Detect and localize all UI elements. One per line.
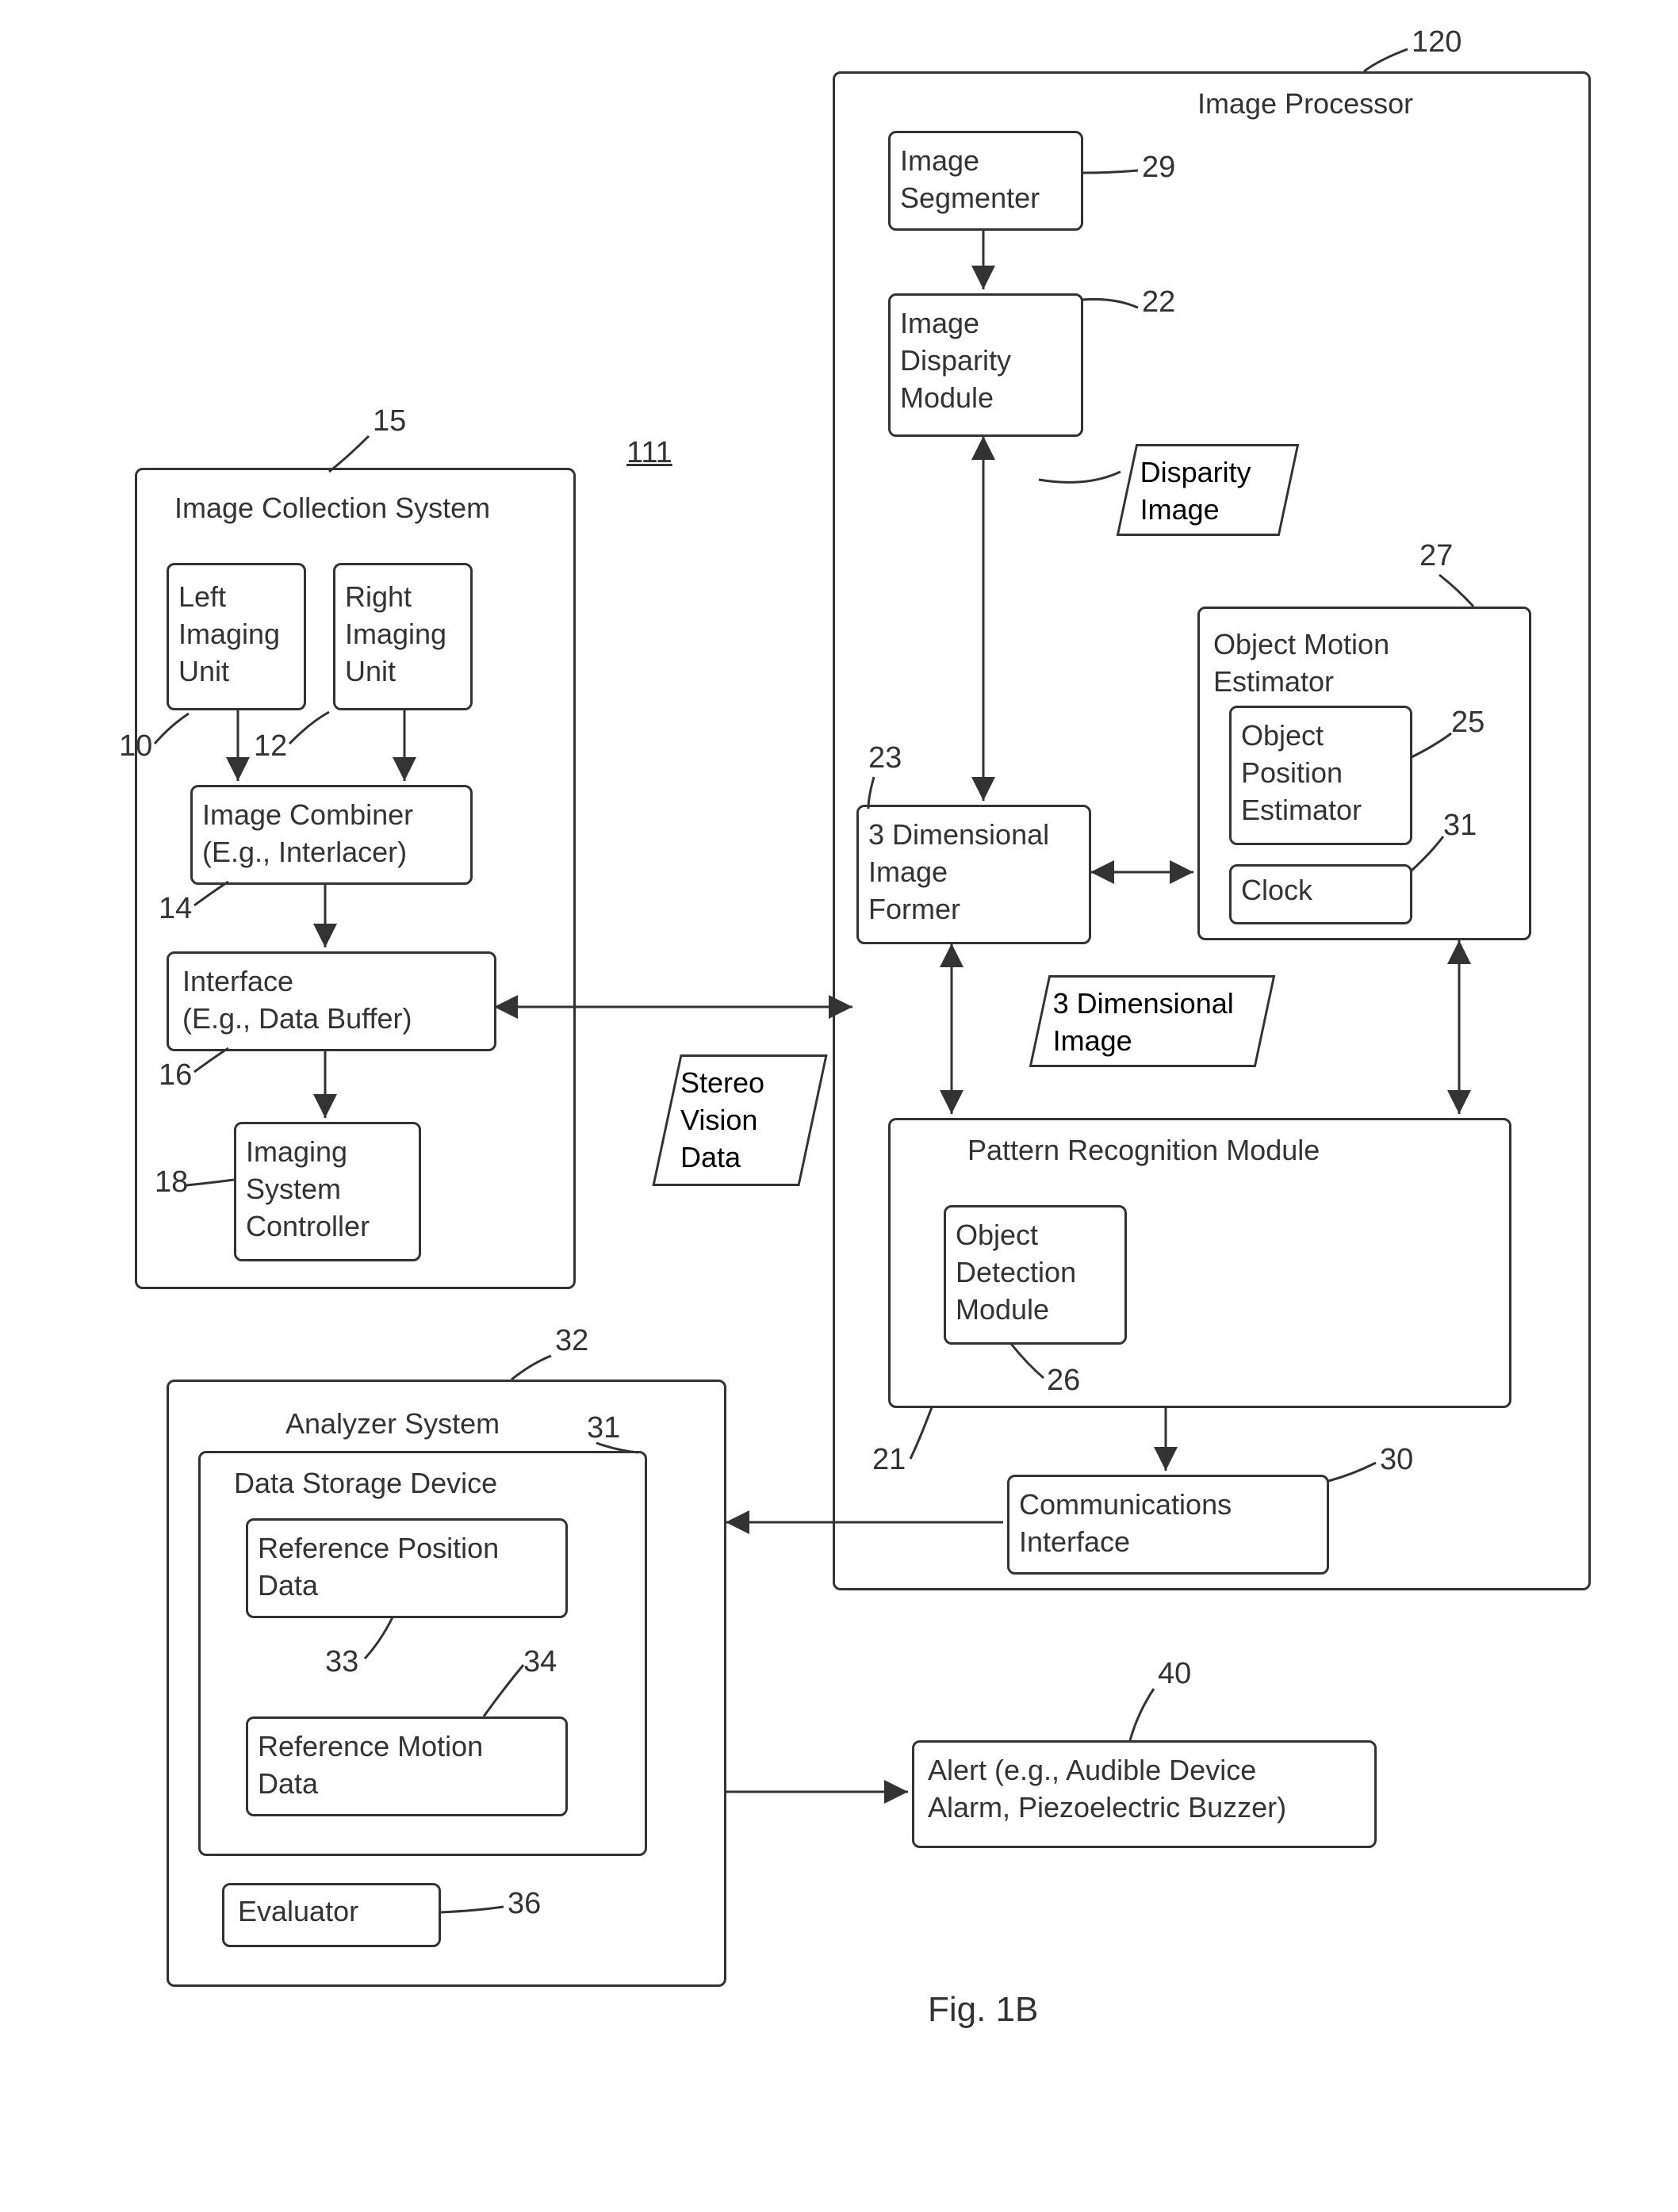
ref-14: 14 bbox=[159, 892, 192, 926]
ref-30: 30 bbox=[1380, 1443, 1413, 1477]
clock-label: Clock bbox=[1241, 874, 1312, 907]
figure-title: Fig. 1B bbox=[928, 1990, 1038, 2030]
object-detection-label: ObjectDetectionModule bbox=[956, 1217, 1114, 1328]
ref-27: 27 bbox=[1419, 539, 1453, 573]
ref-26: 26 bbox=[1047, 1364, 1080, 1398]
disparity-image: DisparityImage bbox=[1117, 444, 1300, 536]
ref-18: 18 bbox=[155, 1165, 188, 1200]
ref-10: 10 bbox=[119, 729, 152, 763]
diagram-canvas: 111 Image Collection System 15 LeftImagi… bbox=[16, 16, 1678, 2196]
ref-15: 15 bbox=[373, 404, 406, 438]
interface-label: Interface(E.g., Data Buffer) bbox=[182, 963, 484, 1038]
alert-label: Alert (e.g., Audible DeviceAlarm, Piezoe… bbox=[928, 1752, 1356, 1827]
ref-32: 32 bbox=[555, 1324, 588, 1358]
ref-120: 120 bbox=[1412, 25, 1462, 59]
object-position-label: ObjectPositionEstimator bbox=[1241, 718, 1400, 829]
ref-21: 21 bbox=[872, 1443, 906, 1477]
evaluator-label: Evaluator bbox=[238, 1895, 358, 1928]
controller-label: ImagingSystemController bbox=[246, 1134, 404, 1245]
three-d-image: 3 DimensionalImage bbox=[1029, 975, 1276, 1067]
data-storage-label: Data Storage Device bbox=[234, 1467, 497, 1500]
image-former-label: 3 DimensionalImageFormer bbox=[868, 817, 1075, 928]
ref-31-storage: 31 bbox=[587, 1411, 620, 1445]
ref-position-label: Reference PositionData bbox=[258, 1530, 551, 1605]
ref-23: 23 bbox=[868, 741, 902, 775]
ref-22: 22 bbox=[1142, 285, 1175, 320]
image-segmenter-label: ImageSegmenter bbox=[900, 143, 1067, 217]
ref-16: 16 bbox=[159, 1058, 192, 1093]
right-imaging-label: RightImagingUnit bbox=[345, 579, 456, 690]
ref-111: 111 bbox=[626, 436, 672, 470]
ref-40: 40 bbox=[1158, 1657, 1191, 1691]
analyzer-title: Analyzer System bbox=[285, 1407, 500, 1441]
ref-12: 12 bbox=[254, 729, 287, 763]
ref-33: 33 bbox=[325, 1645, 358, 1679]
ref-36: 36 bbox=[508, 1887, 541, 1921]
ref-31-clock: 31 bbox=[1443, 809, 1477, 843]
ref-34: 34 bbox=[523, 1645, 557, 1679]
image-processor-title: Image Processor bbox=[1197, 87, 1413, 121]
stereo-vision-data: StereoVisionData bbox=[652, 1054, 827, 1186]
image-collection-title: Image Collection System bbox=[174, 492, 490, 525]
image-combiner-label: Image Combiner(E.g., Interlacer) bbox=[202, 797, 456, 871]
comms-interface-label: CommunicationsInterface bbox=[1019, 1487, 1312, 1561]
object-motion-label: Object MotionEstimator bbox=[1213, 626, 1515, 701]
left-imaging-label: LeftImagingUnit bbox=[178, 579, 289, 690]
ref-motion-label: Reference MotionData bbox=[258, 1728, 551, 1803]
ref-29: 29 bbox=[1142, 151, 1175, 185]
image-disparity-label: ImageDisparityModule bbox=[900, 305, 1067, 416]
pattern-recognition-label: Pattern Recognition Module bbox=[967, 1134, 1320, 1167]
ref-25: 25 bbox=[1451, 706, 1485, 740]
